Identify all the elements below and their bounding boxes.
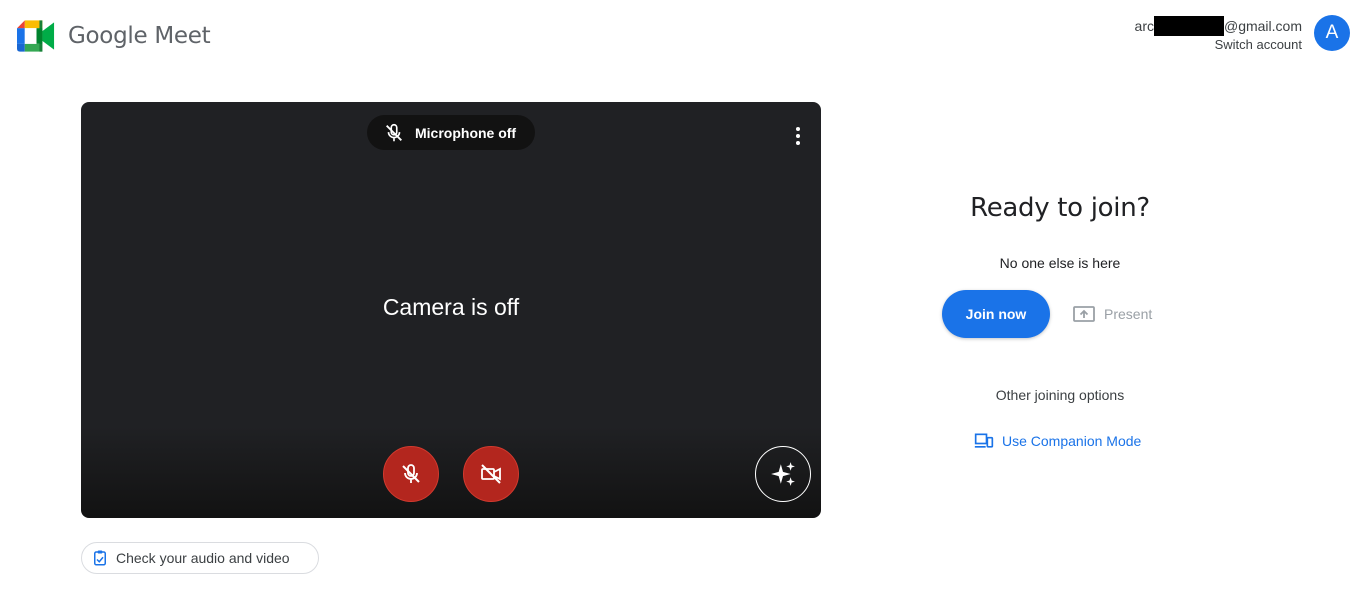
account-info[interactable]: arc @gmail.com Switch account [1135,16,1302,54]
other-joining-options-label: Other joining options [995,387,1125,403]
microphone-status-pill: Microphone off [367,115,535,150]
microphone-status-label: Microphone off [415,124,517,141]
toggle-camera-button[interactable] [463,446,519,502]
app-name: Google Meet [68,23,211,49]
mic-off-icon [386,123,402,141]
more-options-button[interactable] [795,127,801,145]
avatar[interactable]: A [1314,15,1350,51]
companion-mode-label: Use Companion Mode [1002,433,1142,449]
join-panel: Ready to join? No one else is here Join … [900,193,1220,449]
present-button[interactable]: Present [1072,302,1152,326]
camera-off-message: Camera is off [382,294,520,320]
switch-account-link[interactable]: Switch account [1135,36,1302,54]
mic-off-icon [402,464,420,483]
join-now-button[interactable]: Join now [942,290,1050,338]
ready-heading: Ready to join? [970,193,1150,223]
meet-logo: Google Meet [17,20,211,52]
checklist-icon [94,550,106,566]
check-audio-video-button[interactable]: Check your audio and video [81,542,319,574]
visual-effects-button[interactable] [755,446,811,502]
email-suffix: @gmail.com [1223,18,1302,34]
camera-off-icon [481,464,501,484]
sparkle-icon [771,462,795,486]
present-label: Present [1104,306,1153,322]
account-email: arc @gmail.com [1135,16,1302,36]
more-vert-icon-dot-1 [796,127,800,131]
companion-mode-button[interactable]: Use Companion Mode [974,431,1141,451]
participants-status: No one else is here [999,255,1121,271]
email-redaction [1153,16,1224,36]
video-preview: Microphone off Camera is off [81,102,821,518]
email-prefix: arc [1134,18,1154,34]
present-icon [1073,306,1095,322]
more-vert-icon-dot-2 [796,134,800,138]
check-audio-video-label: Check your audio and video [116,550,290,566]
toggle-microphone-button[interactable] [383,446,439,502]
meet-logo-icon [17,20,55,52]
more-vert-icon-dot-3 [796,141,800,145]
companion-icon [974,433,994,448]
